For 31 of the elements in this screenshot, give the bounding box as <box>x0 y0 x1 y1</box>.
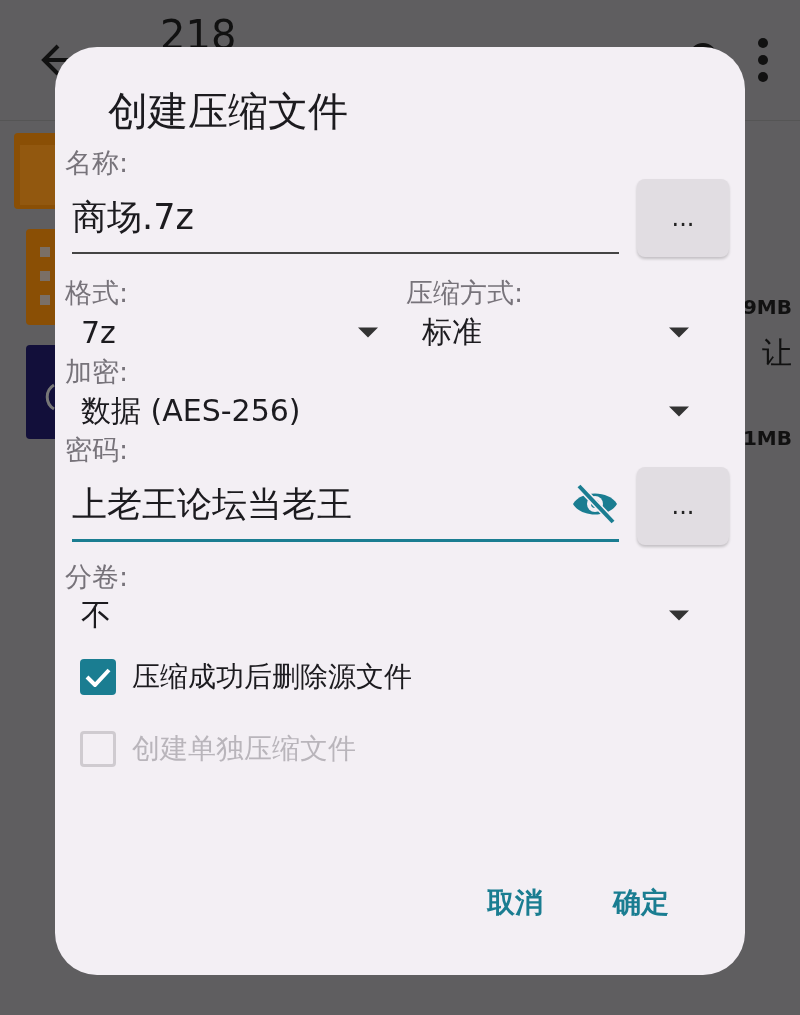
dialog-button[interactable]: 取消 <box>477 876 553 930</box>
eye-off-icon[interactable] <box>571 484 619 525</box>
field-label: 名称: <box>65 147 130 180</box>
field-label: 压缩方式: <box>406 277 525 310</box>
name-field[interactable]: 商场.7z <box>72 182 619 255</box>
browse-button[interactable]: ... <box>637 179 729 258</box>
field-label: 密码: <box>65 434 130 467</box>
file-size: 9MB <box>742 295 792 319</box>
dialog-title: 创建压缩文件 <box>108 91 349 131</box>
caret-icon <box>669 327 689 339</box>
more-icon[interactable] <box>756 37 770 83</box>
checkbox[interactable] <box>80 658 116 695</box>
file-name: 让 <box>762 334 792 372</box>
dropdown[interactable]: 不 <box>65 592 729 639</box>
caret-icon <box>358 327 378 339</box>
caret-icon <box>669 405 689 417</box>
password-field[interactable]: 上老王论坛当老王 <box>72 469 619 543</box>
dropdown[interactable]: 数据 (AES-256) <box>65 388 729 435</box>
dropdown[interactable]: 7z <box>65 309 388 356</box>
dropdown[interactable]: 标准 <box>406 309 729 356</box>
generate-button[interactable]: ... <box>637 466 729 545</box>
field-label: 分卷: <box>65 560 130 593</box>
archive-icon <box>26 229 55 325</box>
dialog-button[interactable]: 确定 <box>603 876 679 930</box>
checkbox-option[interactable]: 压缩成功后删除源文件 <box>80 642 729 711</box>
checkmark-icon <box>85 666 111 687</box>
field-label: 加密: <box>65 355 130 389</box>
caret-icon <box>669 610 689 622</box>
app-icon <box>26 345 55 439</box>
field-label: 格式: <box>65 277 130 310</box>
file-size: 1MB <box>742 426 792 450</box>
